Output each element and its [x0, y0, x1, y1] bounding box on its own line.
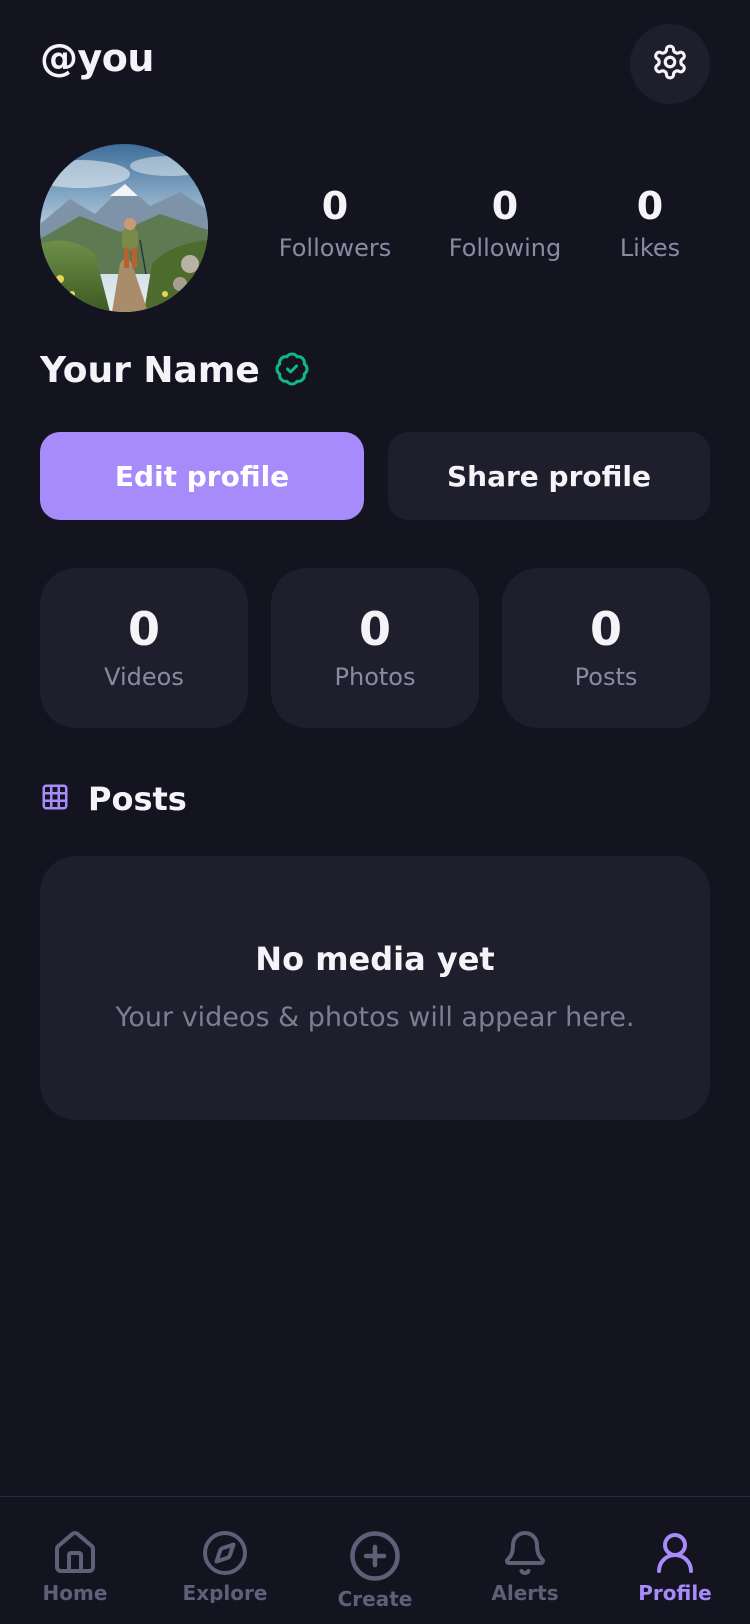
verified-badge-icon	[274, 351, 310, 391]
videos-label: Videos	[104, 662, 184, 691]
stat-followers[interactable]: 0 Followers	[270, 184, 400, 262]
nav-alerts[interactable]: Alerts	[460, 1529, 590, 1603]
following-count: 0	[491, 184, 519, 228]
nav-explore[interactable]: Explore	[160, 1529, 290, 1603]
profile-name: Your Name	[40, 350, 260, 391]
home-icon	[10, 1529, 140, 1577]
gear-icon	[651, 43, 689, 85]
bell-icon	[460, 1529, 590, 1577]
grid-icon	[40, 782, 70, 816]
nav-profile-label: Profile	[638, 1581, 712, 1603]
photos-count: 0	[358, 602, 391, 656]
nav-home-label: Home	[42, 1581, 108, 1603]
bottom-nav: Home Explore Create Alerts Profile	[0, 1496, 750, 1624]
stat-likes[interactable]: 0 Likes	[600, 184, 700, 262]
posts-section-title: Posts	[88, 780, 187, 818]
profile-handle: @you	[40, 36, 154, 80]
profile-name-row: Your Name	[40, 350, 310, 391]
nav-profile[interactable]: Profile	[610, 1529, 740, 1603]
avatar[interactable]	[40, 144, 208, 312]
user-icon	[610, 1529, 740, 1577]
followers-count: 0	[321, 184, 349, 228]
stat-following[interactable]: 0 Following	[440, 184, 570, 262]
empty-state-subtitle: Your videos & photos will appear here.	[115, 1002, 635, 1033]
nav-explore-label: Explore	[182, 1581, 268, 1603]
photos-card[interactable]: 0 Photos	[271, 568, 479, 728]
likes-count: 0	[636, 184, 664, 228]
posts-label: Posts	[574, 662, 638, 691]
share-profile-button[interactable]: Share profile	[388, 432, 710, 520]
compass-icon	[160, 1529, 290, 1577]
empty-media-panel: No media yet Your videos & photos will a…	[40, 856, 710, 1120]
following-label: Following	[448, 233, 562, 262]
empty-state-title: No media yet	[255, 940, 495, 978]
videos-count: 0	[127, 602, 160, 656]
posts-count: 0	[589, 602, 622, 656]
nav-alerts-label: Alerts	[491, 1581, 559, 1603]
settings-button[interactable]	[630, 24, 710, 104]
edit-profile-button[interactable]: Edit profile	[40, 432, 364, 520]
nav-create-label: Create	[337, 1587, 413, 1609]
nav-home[interactable]: Home	[10, 1529, 140, 1603]
posts-card[interactable]: 0 Posts	[502, 568, 710, 728]
likes-label: Likes	[619, 233, 681, 262]
followers-label: Followers	[278, 233, 392, 262]
posts-section-header: Posts	[40, 780, 187, 818]
nav-create[interactable]: Create	[310, 1529, 440, 1609]
photos-label: Photos	[334, 662, 416, 691]
profile-screen: @you 0 Followers 0 Following 0 Likes You…	[0, 0, 750, 1624]
plus-circle-icon	[310, 1529, 440, 1583]
videos-card[interactable]: 0 Videos	[40, 568, 248, 728]
